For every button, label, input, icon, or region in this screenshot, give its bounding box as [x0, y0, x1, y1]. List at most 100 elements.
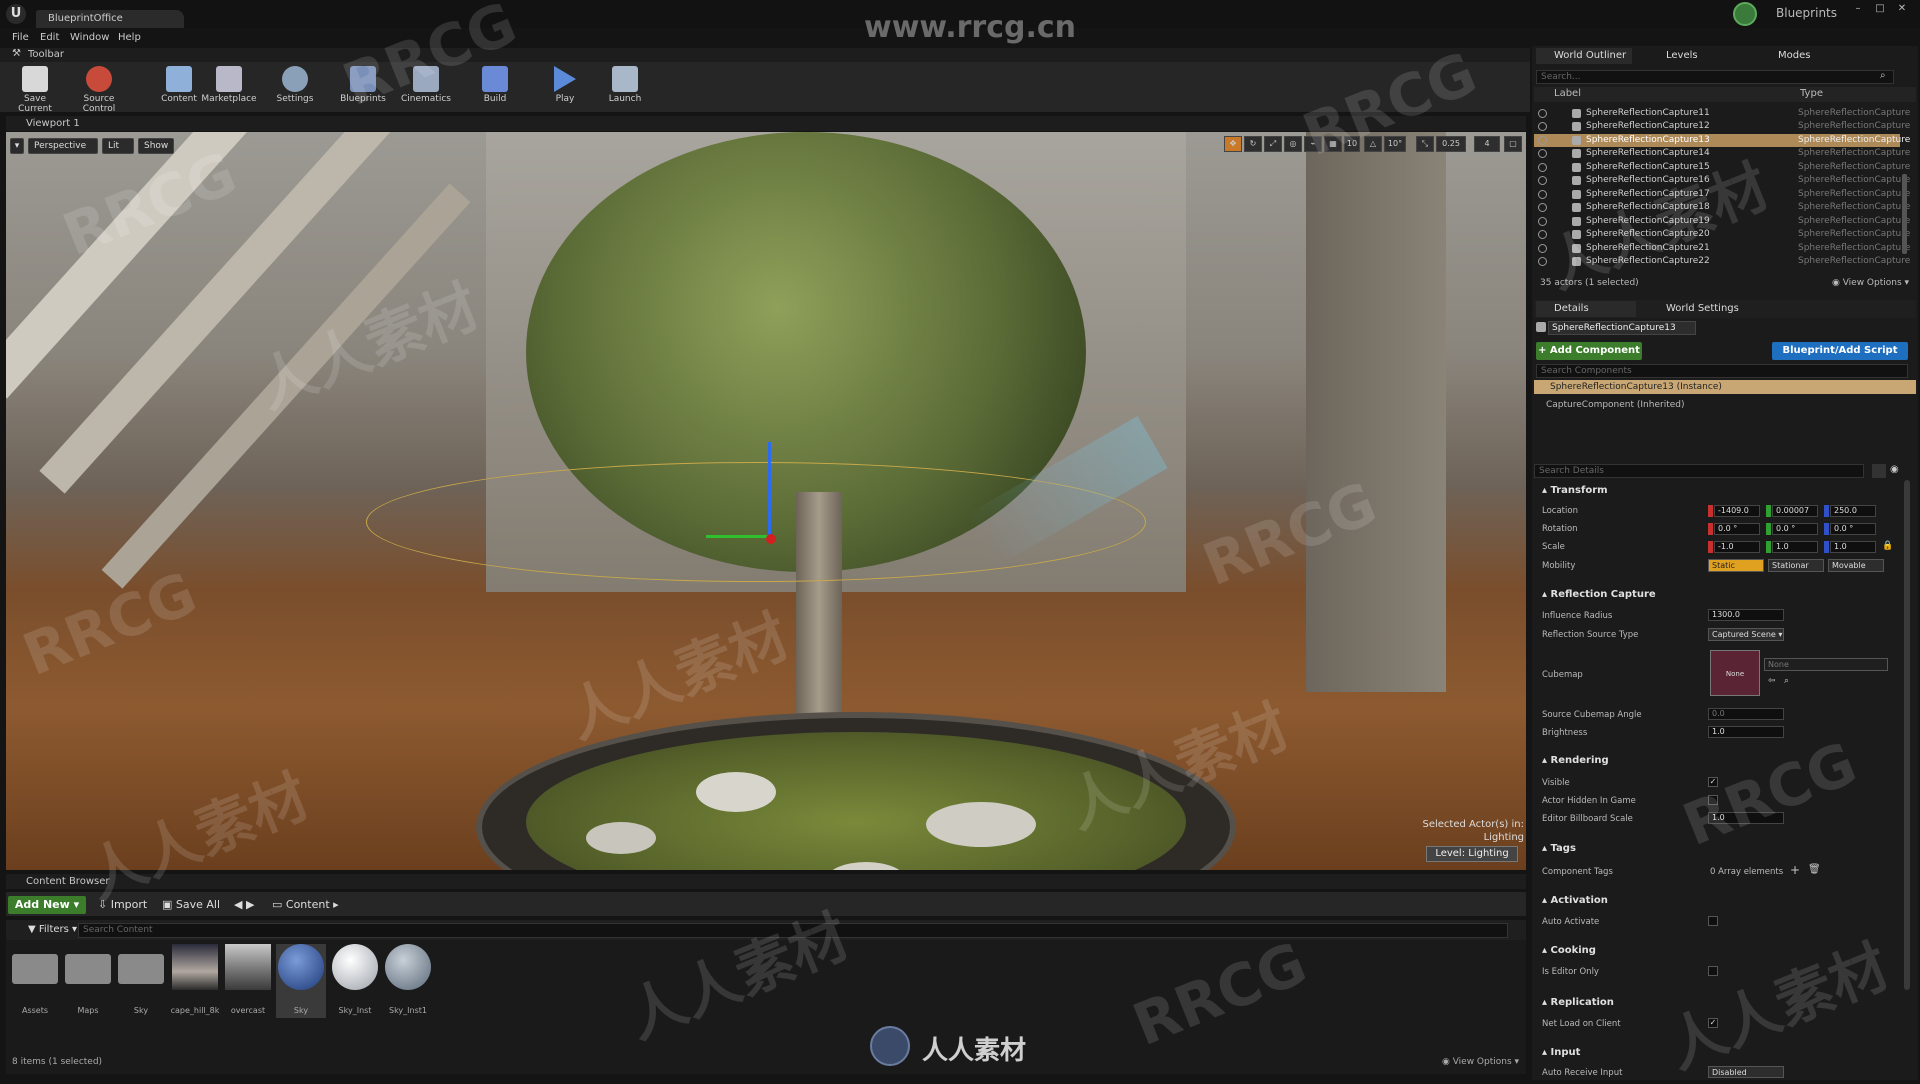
minimize-icon[interactable]: –	[1848, 3, 1868, 17]
save-all-button[interactable]: ▣ Save All	[162, 896, 228, 914]
lock-icon[interactable]: 🔒	[1882, 541, 1893, 551]
asset-selected[interactable]: Sky	[276, 944, 326, 1018]
capture-component-row[interactable]: CaptureComponent (Inherited)	[1546, 400, 1685, 410]
blueprints-badge-icon[interactable]	[1733, 2, 1757, 26]
eye-icon[interactable]	[1538, 136, 1547, 145]
use-selected-icon[interactable]: ⇦	[1768, 676, 1776, 686]
section-reflection-capture[interactable]: ▴ Reflection Capture	[1534, 588, 1904, 602]
asset-material[interactable]: Sky_Inst1	[383, 944, 433, 1015]
source-control-button[interactable]: Source Control	[70, 66, 128, 114]
component-search-input[interactable]: Search Components	[1536, 364, 1908, 378]
mobility-stationary-button[interactable]: Stationar	[1768, 559, 1824, 572]
scale-snap-icon[interactable]: ⤡	[1416, 136, 1434, 152]
scale-snap-value[interactable]: 0.25	[1436, 136, 1466, 152]
eye-icon[interactable]	[1538, 190, 1547, 199]
scale-tool-icon[interactable]: ⤢	[1264, 136, 1282, 152]
asset-texture[interactable]: cape_hill_8k	[170, 944, 220, 1015]
cubemap-thumbnail[interactable]: None	[1710, 650, 1760, 696]
section-activation[interactable]: ▴ Activation	[1534, 894, 1904, 908]
menu-help[interactable]: Help	[118, 32, 141, 43]
trash-icon[interactable]: 🗑	[1808, 864, 1821, 875]
scale-y-field[interactable]: 1.0	[1772, 541, 1818, 553]
add-new-button[interactable]: Add New ▾	[8, 896, 86, 914]
perspective-button[interactable]: Perspective	[28, 138, 98, 154]
is-editor-only-checkbox[interactable]	[1708, 966, 1718, 976]
content-view-options[interactable]: ◉ View Options ▾	[1442, 1057, 1519, 1067]
section-transform[interactable]: ▴ Transform	[1534, 484, 1904, 498]
eye-icon[interactable]: ◉	[1890, 464, 1899, 475]
eye-icon[interactable]	[1538, 163, 1547, 172]
browse-search-icon[interactable]: ⌕	[1784, 676, 1789, 686]
asset-folder[interactable]: Maps	[63, 944, 113, 1015]
marketplace-button[interactable]: Marketplace	[200, 66, 258, 110]
blueprint-add-script-button[interactable]: Blueprint/Add Script	[1772, 342, 1908, 360]
actor-name-field[interactable]: SphereReflectionCapture13	[1548, 321, 1696, 335]
eye-icon[interactable]	[1538, 122, 1547, 131]
project-tab[interactable]: BlueprintOffice	[36, 10, 184, 28]
outliner-scrollbar[interactable]	[1902, 174, 1907, 254]
location-y-field[interactable]: 0.00007	[1772, 505, 1818, 517]
mobility-movable-button[interactable]: Movable	[1828, 559, 1884, 572]
eye-icon[interactable]	[1538, 176, 1547, 185]
lit-button[interactable]: Lit	[102, 138, 134, 154]
outliner-row[interactable]: SphereReflectionCapture11 SphereReflectio…	[1534, 107, 1910, 120]
outliner-row[interactable]: SphereReflectionCapture12 SphereReflectio…	[1534, 120, 1910, 133]
outliner-row-selected[interactable]: SphereReflectionCapture13 SphereReflectio…	[1534, 134, 1910, 147]
asset-folder[interactable]: Assets	[10, 944, 60, 1015]
brightness-field[interactable]: 1.0	[1708, 726, 1784, 738]
cubemap-asset-select[interactable]: None	[1764, 658, 1888, 671]
rotation-y-field[interactable]: 0.0 °	[1772, 523, 1818, 535]
add-element-icon[interactable]: +	[1790, 863, 1800, 877]
col-type[interactable]: Type	[1800, 88, 1823, 99]
auto-activate-checkbox[interactable]	[1708, 916, 1718, 926]
scale-z-field[interactable]: 1.0	[1830, 541, 1876, 553]
asset-folder[interactable]: Sky	[116, 944, 166, 1015]
history-nav-icons[interactable]: ◀ ▶	[234, 896, 264, 914]
eye-icon[interactable]	[1538, 203, 1547, 212]
tab-modes[interactable]: Modes	[1760, 48, 1840, 64]
play-button[interactable]: Play	[536, 66, 594, 110]
property-matrix-icon[interactable]	[1872, 464, 1886, 478]
details-scrollbar[interactable]	[1904, 480, 1910, 990]
influence-radius-field[interactable]: 1300.0	[1708, 609, 1784, 621]
details-search-input[interactable]: Search Details	[1534, 464, 1864, 478]
menu-edit[interactable]: Edit	[40, 32, 59, 43]
outliner-search-input[interactable]: Search...	[1536, 70, 1894, 84]
component-instance-row[interactable]: SphereReflectionCapture13 (Instance)	[1534, 380, 1916, 394]
add-component-button[interactable]: + Add Component ▾	[1536, 342, 1642, 374]
camera-speed-value[interactable]: 4	[1474, 136, 1500, 152]
gizmo-z-axis[interactable]	[768, 442, 771, 538]
asset-material[interactable]: Sky_Inst	[330, 944, 380, 1015]
path-breadcrumb[interactable]: ▭ Content ▸	[272, 896, 352, 914]
tab-details[interactable]: Details	[1536, 301, 1636, 317]
settings-button[interactable]: Settings	[266, 66, 324, 110]
world-local-icon[interactable]: ◎	[1284, 136, 1302, 152]
outliner-view-options[interactable]: ◉ View Options ▾	[1832, 278, 1909, 288]
rotation-x-field[interactable]: 0.0 °	[1714, 523, 1760, 535]
gizmo-y-axis[interactable]	[706, 535, 770, 538]
rotate-tool-icon[interactable]: ↻	[1244, 136, 1262, 152]
eye-icon[interactable]	[1538, 109, 1547, 118]
scale-x-field[interactable]: -1.0	[1714, 541, 1760, 553]
location-z-field[interactable]: 250.0	[1830, 505, 1876, 517]
save-current-button[interactable]: Save Current	[6, 66, 64, 114]
source-cubemap-angle-field[interactable]: 0.0	[1708, 708, 1784, 720]
col-label[interactable]: Label	[1554, 88, 1581, 99]
close-icon[interactable]: ✕	[1892, 3, 1912, 17]
maximize-icon[interactable]: □	[1870, 3, 1890, 17]
viewport-options-button[interactable]: ▾	[10, 138, 24, 154]
tab-levels[interactable]: Levels	[1648, 48, 1728, 64]
asset-texture[interactable]: overcast	[223, 944, 273, 1015]
unreal-logo-icon[interactable]: U	[6, 4, 26, 24]
tab-world-settings[interactable]: World Settings	[1648, 301, 1758, 317]
content-browser-tab[interactable]: Content Browser	[6, 874, 1526, 889]
menu-file[interactable]: File	[12, 32, 29, 43]
launch-button[interactable]: Launch	[596, 66, 654, 110]
filters-button[interactable]: ▼ Filters ▾	[28, 922, 77, 938]
maximize-viewport-icon[interactable]: ▢	[1504, 136, 1522, 152]
eye-icon[interactable]	[1538, 149, 1547, 158]
reflection-source-type-select[interactable]: Captured Scene ▾	[1708, 628, 1784, 641]
build-button[interactable]: Build	[466, 66, 524, 110]
gizmo-x-axis[interactable]	[766, 534, 776, 544]
menu-window[interactable]: Window	[70, 32, 109, 43]
